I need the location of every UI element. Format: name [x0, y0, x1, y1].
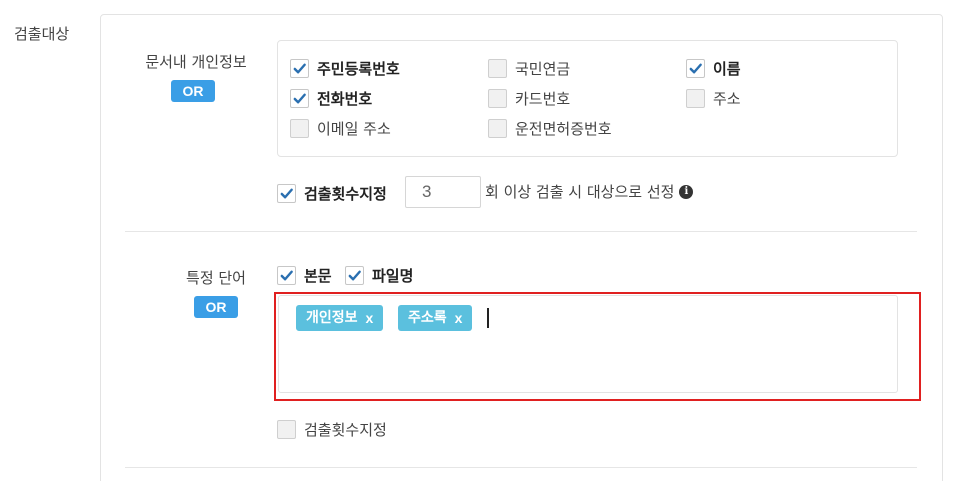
checkbox[interactable]: [345, 266, 364, 285]
checkbox[interactable]: [686, 89, 705, 108]
check-icon: [293, 93, 306, 104]
count-toggle-keywords[interactable]: 검출횟수지정: [277, 419, 387, 440]
option-name[interactable]: 이름: [686, 58, 741, 79]
count-suffix: 회 이상 검출 시 대상으로 선정 i: [485, 181, 694, 202]
check-icon: [280, 270, 293, 281]
checkbox[interactable]: [277, 266, 296, 285]
text-caret: [487, 308, 489, 328]
check-icon: [348, 270, 361, 281]
checkbox[interactable]: [290, 119, 309, 138]
or-badge: OR: [194, 296, 238, 318]
checkbox[interactable]: [488, 59, 507, 78]
remove-tag-icon[interactable]: x: [455, 305, 463, 331]
check-icon: [280, 188, 293, 199]
count-toggle-personal[interactable]: 검출횟수지정: [277, 183, 387, 204]
option-phone-number[interactable]: 전화번호: [290, 88, 372, 109]
option-national-pension[interactable]: 국민연금: [488, 58, 570, 79]
section-label: 검출대상: [14, 25, 70, 43]
scope-body[interactable]: 본문: [277, 265, 332, 286]
keyword-label: 특정 단어: [186, 269, 246, 287]
info-icon[interactable]: i: [679, 184, 694, 199]
personal-info-label: 문서내 개인정보: [145, 53, 247, 71]
option-card-number[interactable]: 카드번호: [488, 88, 570, 109]
checkbox[interactable]: [290, 59, 309, 78]
divider: [125, 467, 917, 468]
checkbox[interactable]: [488, 89, 507, 108]
check-icon: [689, 63, 702, 74]
count-threshold-input[interactable]: 3: [405, 176, 481, 208]
option-address[interactable]: 주소: [686, 88, 741, 109]
keyword-tag: 주소록 x: [398, 305, 473, 331]
checkbox[interactable]: [488, 119, 507, 138]
checkbox[interactable]: [686, 59, 705, 78]
option-drivers-license[interactable]: 운전면허증번호: [488, 118, 612, 139]
divider: [125, 231, 917, 232]
option-email-address[interactable]: 이메일 주소: [290, 118, 391, 139]
scope-filename[interactable]: 파일명: [345, 265, 413, 286]
checkbox[interactable]: [290, 89, 309, 108]
check-icon: [293, 63, 306, 74]
checkbox[interactable]: [277, 184, 296, 203]
remove-tag-icon[interactable]: x: [366, 305, 374, 331]
checkbox[interactable]: [277, 420, 296, 439]
option-resident-number[interactable]: 주민등록번호: [290, 58, 400, 79]
or-badge: OR: [171, 80, 215, 102]
keyword-tag: 개인정보 x: [296, 305, 384, 331]
